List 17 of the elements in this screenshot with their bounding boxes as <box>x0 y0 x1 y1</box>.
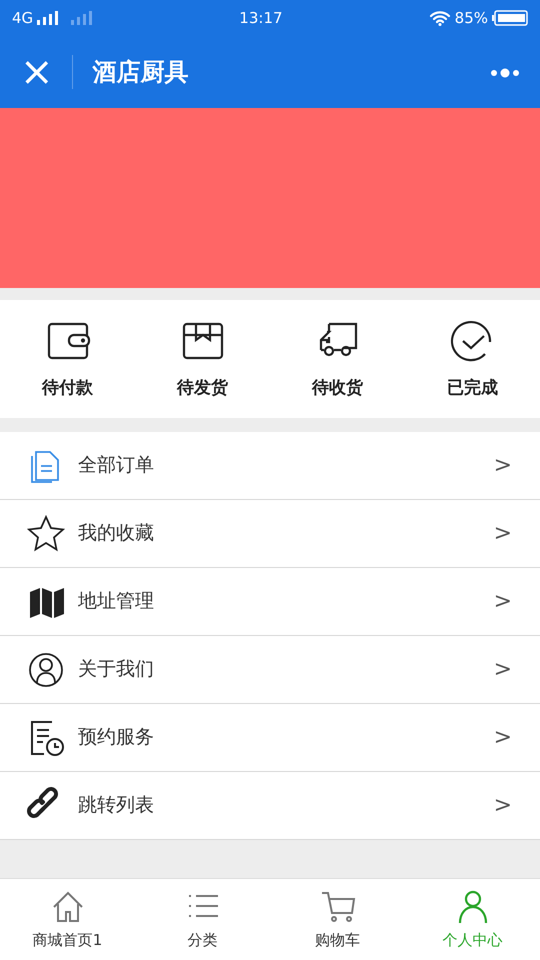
more-icon <box>490 68 520 78</box>
order-status-button[interactable]: 待发货 <box>135 300 270 418</box>
tab-item[interactable]: 购物车 <box>270 879 405 960</box>
battery-icon <box>492 10 528 26</box>
tab-item[interactable]: 分类 <box>135 879 270 960</box>
network-label: 4G <box>12 8 34 29</box>
page-title: 酒店厨具 <box>92 57 189 88</box>
order-status-button[interactable]: 已完成 <box>405 300 540 418</box>
tab-item[interactable]: 商城首页1 <box>0 879 135 960</box>
battery-percent: 85% <box>454 8 488 29</box>
wifi-icon <box>428 10 451 26</box>
clock-time: 13:17 <box>239 8 283 29</box>
star-icon <box>26 514 66 554</box>
cart-icon <box>320 889 356 925</box>
close-button[interactable]: × <box>0 52 72 92</box>
order-status-button[interactable]: 待付款 <box>0 300 135 418</box>
order-status-button[interactable]: 待收货 <box>270 300 405 418</box>
